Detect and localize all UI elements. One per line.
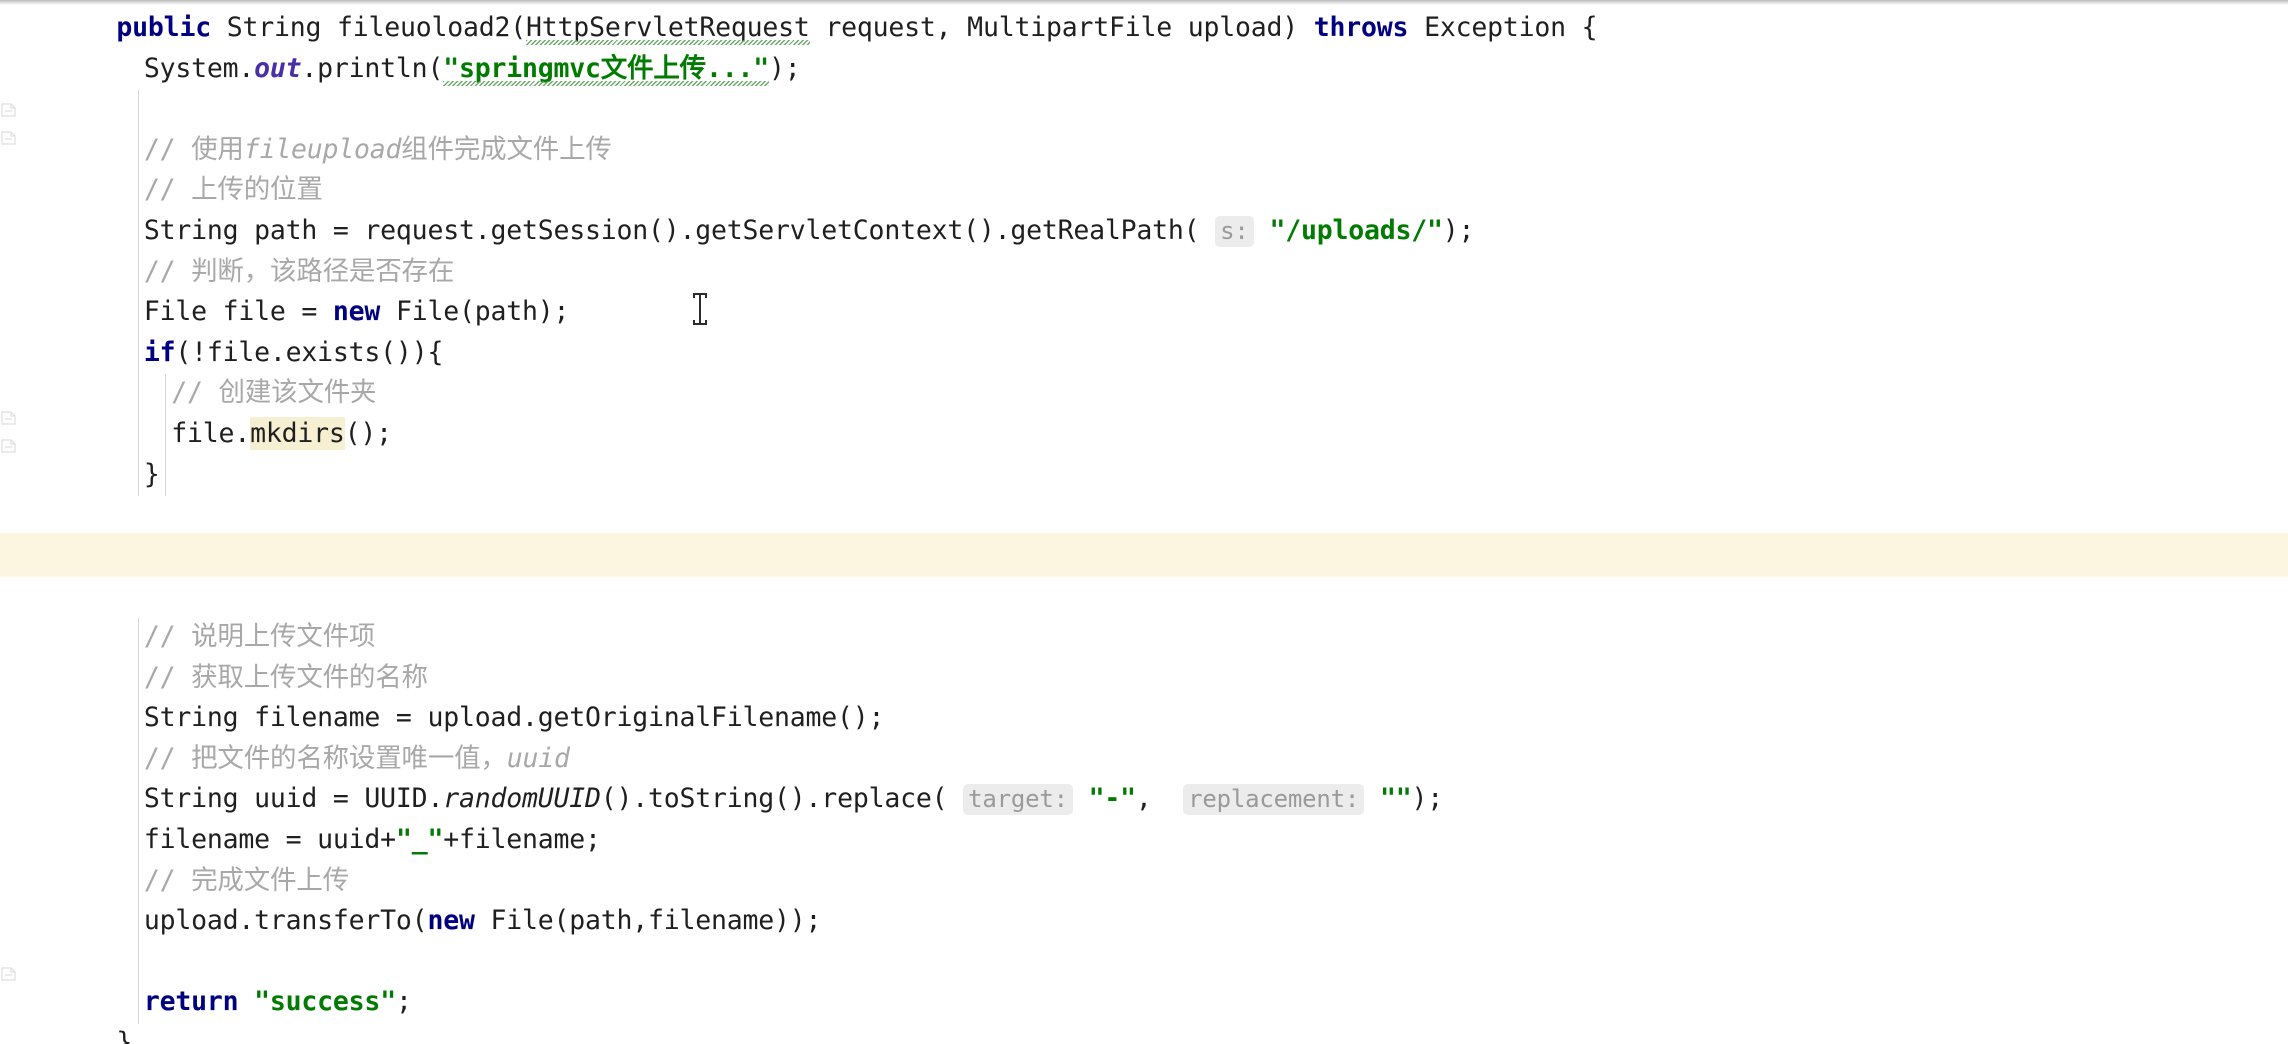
code-token: String filename = upload.getOriginalFile… (143, 702, 885, 734)
code-line[interactable]: // 上传的位置 (144, 171, 323, 209)
fold-marker-collapsed[interactable] (0, 129, 18, 147)
code-token: // 使用 (143, 133, 244, 165)
fold-marker-collapsed[interactable] (0, 101, 18, 119)
code-token: // 完成文件上传 (143, 864, 349, 896)
code-line[interactable]: // 说明上传文件项 (143, 618, 376, 656)
code-token: target: (963, 784, 1073, 816)
code-token: , (1135, 783, 1184, 815)
code-token: String fileuoload2( (210, 12, 527, 43)
code-line[interactable]: return "success"; (144, 983, 412, 1021)
code-token: File(path,filename)); (474, 905, 822, 937)
code-token: request, MultipartFile upload) (809, 12, 1314, 43)
code-token: (); (344, 418, 392, 449)
code-line[interactable]: } (116, 1024, 132, 1044)
code-token: // 获取上传文件的名称 (143, 661, 428, 693)
code-token: uuid (506, 742, 570, 774)
indent-guide (137, 90, 139, 497)
code-line[interactable]: file.mkdirs(); (171, 415, 392, 453)
code-token: } (143, 458, 160, 490)
code-line[interactable]: // 完成文件上传 (144, 862, 349, 900)
code-token: "-" (1088, 783, 1136, 815)
code-line[interactable]: String uuid = UUID.randomUUID().toString… (144, 780, 1443, 818)
code-token: filename = uuid+ (143, 824, 396, 855)
code-editor[interactable]: public String fileuoload2(HttpServletReq… (0, 0, 2288, 1044)
code-token: System. (143, 52, 255, 84)
fold-marker-collapsed[interactable] (0, 409, 18, 427)
code-token: "success" (254, 986, 396, 1018)
indent-guide (165, 374, 167, 497)
code-line[interactable]: // 判断，该路径是否存在 (144, 253, 454, 291)
code-token: String path = request.getSession().getSe… (143, 215, 1200, 246)
code-canvas[interactable]: public String fileuoload2(HttpServletReq… (0, 5, 2288, 1044)
code-token: out (254, 52, 302, 84)
code-token: String uuid = UUID. (143, 783, 444, 815)
code-token: ); (1442, 215, 1475, 246)
code-token: .println( (301, 52, 444, 84)
code-token: // 上传的位置 (143, 174, 323, 206)
code-token: file. (171, 418, 251, 449)
code-line[interactable]: // 获取上传文件的名称 (144, 659, 428, 697)
code-token: new (427, 905, 475, 937)
fold-marker-collapsed[interactable] (0, 437, 18, 455)
code-token: "" (1379, 783, 1412, 815)
code-token: mkdirs (250, 417, 345, 450)
code-line[interactable]: filename = uuid+"_"+filename; (144, 821, 601, 859)
code-token: +filename; (443, 824, 601, 855)
code-token: throws (1313, 12, 1409, 43)
fold-marker-collapsed[interactable] (0, 965, 18, 983)
code-line[interactable]: } (144, 456, 160, 494)
code-token: File(path); (380, 296, 570, 328)
code-token: if (143, 336, 176, 368)
code-token: } (116, 1027, 133, 1044)
code-token: "_" (395, 824, 444, 855)
code-line[interactable]: // 把文件的名称设置唯一值，uuid (144, 740, 570, 778)
code-line[interactable]: upload.transferTo(new File(path,filename… (143, 902, 822, 940)
code-token: 组件完成文件上传 (401, 133, 612, 165)
code-token: upload.transferTo( (143, 905, 428, 937)
code-line[interactable]: String path = request.getSession().getSe… (144, 212, 1474, 250)
code-token: HttpServletRequest (526, 12, 810, 43)
code-token: new (332, 296, 381, 328)
code-token: Exception { (1408, 12, 1598, 43)
code-token: ().toString().replace( (600, 783, 948, 815)
code-line[interactable]: if(!file.exists()){ (143, 334, 444, 372)
code-token: // 判断，该路径是否存在 (143, 255, 455, 287)
code-token: "/uploads/" (1269, 215, 1443, 246)
code-token: return (143, 986, 239, 1018)
code-token: File file = (143, 296, 333, 328)
indent-guide (137, 618, 139, 1024)
code-line[interactable]: public String fileuoload2(HttpServletReq… (116, 9, 1597, 47)
code-line[interactable]: File file = new File(path); (143, 293, 570, 331)
code-token: // 把文件的名称设置唯一值， (143, 742, 507, 774)
code-line[interactable]: // 创建该文件夹 (171, 374, 376, 412)
code-line[interactable]: String filename = upload.getOriginalFile… (143, 699, 885, 737)
code-token: ); (1411, 783, 1443, 815)
code-token: "springmvc文件上传..." (443, 52, 769, 84)
highlighted-line-band-gutter (0, 532, 89, 578)
code-token: fileupload (243, 133, 402, 165)
code-token: ); (768, 52, 801, 84)
code-line[interactable]: // 使用fileupload组件完成文件上传 (144, 131, 612, 169)
code-token: replacement: (1183, 784, 1365, 816)
editor-gutter[interactable] (0, 5, 88, 1044)
code-token: // 创建该文件夹 (171, 377, 377, 409)
code-token: (!file.exists()){ (175, 336, 444, 368)
highlighted-line-band (89, 532, 2288, 578)
code-token: randomUUID (443, 783, 601, 815)
code-token: s: (1215, 216, 1254, 247)
code-token: // 说明上传文件项 (143, 621, 376, 652)
code-token: ; (395, 986, 412, 1018)
code-token: public (116, 12, 211, 43)
code-line[interactable]: System.out.println("springmvc文件上传..."); (144, 50, 801, 88)
